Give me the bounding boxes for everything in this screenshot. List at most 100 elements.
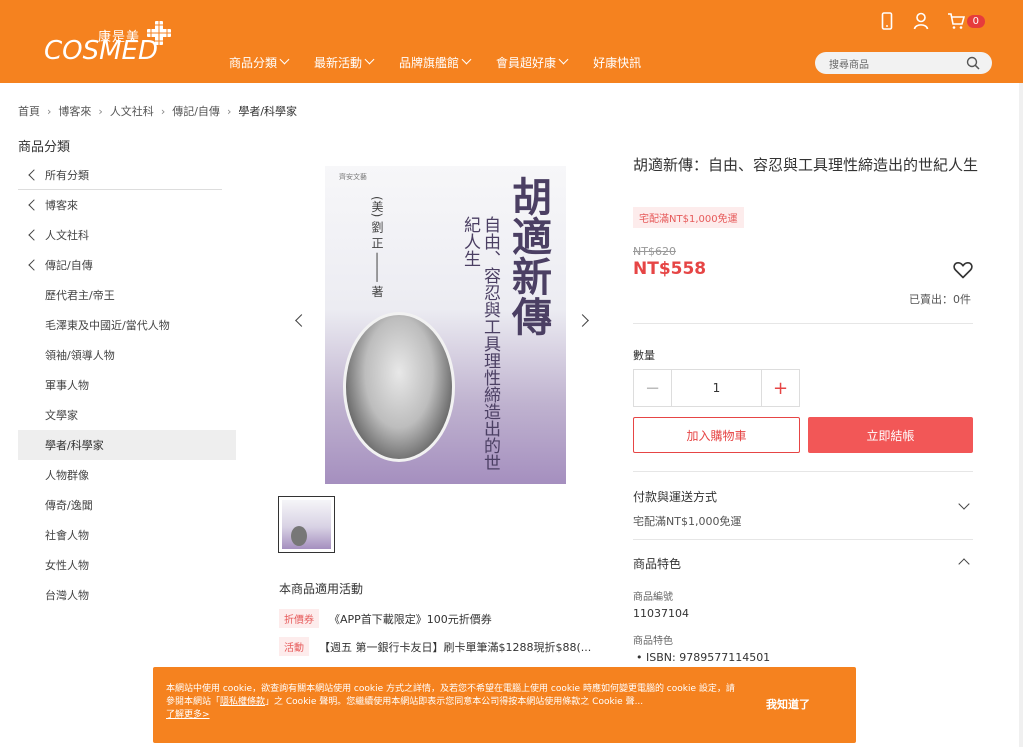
original-price: NT$620 bbox=[633, 245, 676, 258]
author-portrait-image bbox=[343, 312, 455, 462]
chevron-down-icon bbox=[364, 54, 375, 65]
search-input[interactable]: 搜尋商品 bbox=[815, 52, 992, 74]
gallery-next-arrow-icon[interactable] bbox=[576, 314, 589, 327]
gallery-prev-arrow-icon[interactable] bbox=[295, 314, 308, 327]
nav-latest-events[interactable]: 最新活動 bbox=[314, 54, 375, 71]
sidebar-back-all[interactable]: 所有分類 bbox=[18, 160, 222, 190]
sidebar-item[interactable]: 領袖/領導人物 bbox=[18, 340, 236, 370]
sidebar-back-item[interactable]: 博客來 bbox=[18, 190, 236, 220]
search-icon[interactable] bbox=[966, 56, 980, 70]
sku-label: 商品編號 bbox=[633, 592, 673, 603]
breadcrumb: 首頁 › 博客來 › 人文社科 › 傳記/自傳 › 學者/科學家 bbox=[18, 103, 297, 119]
chevron-right-icon: › bbox=[226, 104, 232, 118]
product-thumbnail[interactable] bbox=[278, 496, 335, 553]
scrollbar[interactable] bbox=[1019, 83, 1023, 747]
chevron-down-icon bbox=[279, 54, 290, 65]
book-publisher: 齊安文藝 bbox=[339, 173, 367, 181]
buy-now-button[interactable]: 立即結帳 bbox=[808, 417, 973, 453]
product-title: 胡適新傳：自由、容忍與工具理性締造出的世紀人生 bbox=[633, 156, 979, 174]
divider bbox=[633, 539, 973, 540]
chevron-up-icon[interactable] bbox=[958, 558, 970, 570]
promotion-item[interactable]: 活動 【週五 第一銀行卡友日】刷卡單筆滿$1288現折$88(... bbox=[279, 637, 591, 656]
cookie-text-part: 」之 Cookie 聲明。您繼續使用本網站即表示您同意本公司得按本網站使用條款之… bbox=[265, 697, 644, 707]
promotion-tag: 活動 bbox=[279, 637, 309, 656]
quantity-decrease-button[interactable]: − bbox=[634, 370, 672, 406]
sidebar-item[interactable]: 人物群像 bbox=[18, 460, 236, 490]
nav-member-deals[interactable]: 會員超好康 bbox=[496, 54, 569, 71]
nav-product-categories[interactable]: 商品分類 bbox=[229, 54, 290, 71]
chevron-right-icon: › bbox=[98, 104, 103, 118]
sku-value: 11037104 bbox=[633, 607, 689, 620]
sidebar-item[interactable]: 女性人物 bbox=[18, 550, 236, 580]
sidebar-item[interactable]: 台灣人物 bbox=[18, 580, 236, 610]
nav-brand-stores[interactable]: 品牌旗艦館 bbox=[399, 54, 472, 71]
header-icons: 0 bbox=[879, 12, 985, 30]
breadcrumb-current: 學者/科學家 bbox=[238, 105, 298, 118]
shipping-tag: 宅配滿NT$1,000免運 bbox=[633, 207, 744, 228]
nav-label: 會員超好康 bbox=[496, 56, 557, 70]
add-to-cart-button[interactable]: 加入購物車 bbox=[633, 417, 800, 453]
chevron-right-icon: › bbox=[47, 104, 52, 118]
isbn-item: • ISBN: 9789577114501 bbox=[636, 651, 771, 664]
chevron-down-icon[interactable] bbox=[958, 498, 970, 510]
breadcrumb-item[interactable]: 博客來 bbox=[58, 103, 91, 119]
main-nav: 商品分類 最新活動 品牌旗艦館 會員超好康 好康快訊 bbox=[229, 54, 667, 71]
search-placeholder: 搜尋商品 bbox=[829, 60, 869, 71]
quantity-stepper: − 1 + bbox=[633, 369, 800, 407]
sidebar-back-item[interactable]: 傳記/自傳 bbox=[18, 250, 236, 280]
promotion-tag: 折價券 bbox=[279, 609, 319, 628]
book-subtitle: 自由、容忍與工具理性締造出的世紀人生 bbox=[460, 216, 500, 471]
product-main-image[interactable]: 齊安文藝 (美) 劉 正 ──── 著 自由、容忍與工具理性締造出的世紀人生 胡… bbox=[325, 166, 566, 484]
features-label: 商品特色 bbox=[633, 636, 673, 647]
promotion-text: 《APP首下載限定》100元折價券 bbox=[329, 612, 492, 626]
cart-button[interactable]: 0 bbox=[947, 12, 985, 30]
learn-more-link[interactable]: 了解更多> bbox=[166, 710, 210, 720]
logo-en-text: COSMED bbox=[44, 36, 159, 66]
nav-deal-news[interactable]: 好康快訊 bbox=[593, 54, 641, 71]
breadcrumb-item[interactable]: 人文社科 bbox=[110, 103, 154, 119]
promotion-text: 【週五 第一銀行卡友日】刷卡單筆滿$1288現折$88(... bbox=[319, 640, 592, 654]
sold-count: 已賣出：0件 bbox=[909, 293, 971, 306]
promotion-item[interactable]: 折價券 《APP首下載限定》100元折價券 bbox=[279, 609, 492, 628]
sidebar-title: 商品分類 bbox=[18, 140, 71, 155]
nav-label: 商品分類 bbox=[229, 56, 278, 70]
thumbnail-image bbox=[282, 500, 331, 549]
cookie-notice-text: 本網站中使用 cookie，欲查詢有關本網站使用 cookie 方式之詳情，及若… bbox=[166, 683, 741, 722]
cart-count-badge: 0 bbox=[966, 14, 985, 28]
sidebar-back-item[interactable]: 人文社科 bbox=[18, 220, 236, 250]
divider bbox=[633, 323, 973, 324]
payment-shipping-sub: 宅配滿NT$1,000免運 bbox=[633, 515, 742, 528]
sidebar-item[interactable]: 歷代君主/帝王 bbox=[18, 280, 236, 310]
cart-icon bbox=[947, 13, 965, 29]
sidebar-item[interactable]: 傳奇/逸聞 bbox=[18, 490, 236, 520]
features-title[interactable]: 商品特色 bbox=[633, 555, 681, 572]
book-title: 胡適新傳 bbox=[505, 176, 552, 336]
site-header: 康是美 COSMED 商品分類 最新活動 品牌旗艦館 會員超好康 好康快訊 0 bbox=[0, 0, 1023, 83]
chevron-right-icon: › bbox=[160, 104, 166, 118]
sidebar-item[interactable]: 軍事人物 bbox=[18, 370, 236, 400]
category-sidebar: 所有分類 博客來 人文社科 傳記/自傳 歷代君主/帝王 毛澤東及中國近/當代人物… bbox=[18, 160, 236, 610]
sidebar-item[interactable]: 毛澤東及中國近/當代人物 bbox=[18, 310, 236, 340]
sale-price: NT$558 bbox=[633, 259, 707, 279]
quantity-value[interactable]: 1 bbox=[672, 370, 761, 406]
promotions-title: 本商品適用活動 bbox=[279, 582, 364, 596]
nav-label: 品牌旗艦館 bbox=[399, 56, 460, 70]
sidebar-item[interactable]: 社會人物 bbox=[18, 520, 236, 550]
quantity-label: 數量 bbox=[633, 349, 655, 362]
payment-shipping-title[interactable]: 付款與運送方式 bbox=[633, 488, 717, 505]
heart-icon[interactable] bbox=[953, 261, 973, 279]
divider bbox=[633, 471, 973, 472]
isbn-text: ISBN: 9789577114501 bbox=[646, 651, 771, 664]
user-icon[interactable] bbox=[913, 12, 929, 30]
nav-label: 最新活動 bbox=[314, 56, 363, 70]
breadcrumb-home[interactable]: 首頁 bbox=[18, 103, 40, 119]
mobile-icon[interactable] bbox=[879, 12, 895, 30]
sidebar-item-active[interactable]: 學者/科學家 bbox=[18, 430, 236, 460]
cookie-accept-button[interactable]: 我知道了 bbox=[766, 696, 810, 712]
breadcrumb-item[interactable]: 傳記/自傳 bbox=[172, 103, 220, 119]
book-author: (美) 劉 正 ──── 著 bbox=[370, 196, 384, 298]
privacy-policy-link[interactable]: 隱私權條款 bbox=[220, 697, 265, 707]
quantity-increase-button[interactable]: + bbox=[761, 370, 799, 406]
sidebar-item[interactable]: 文學家 bbox=[18, 400, 236, 430]
cosmed-logo[interactable]: 康是美 COSMED bbox=[44, 20, 184, 68]
